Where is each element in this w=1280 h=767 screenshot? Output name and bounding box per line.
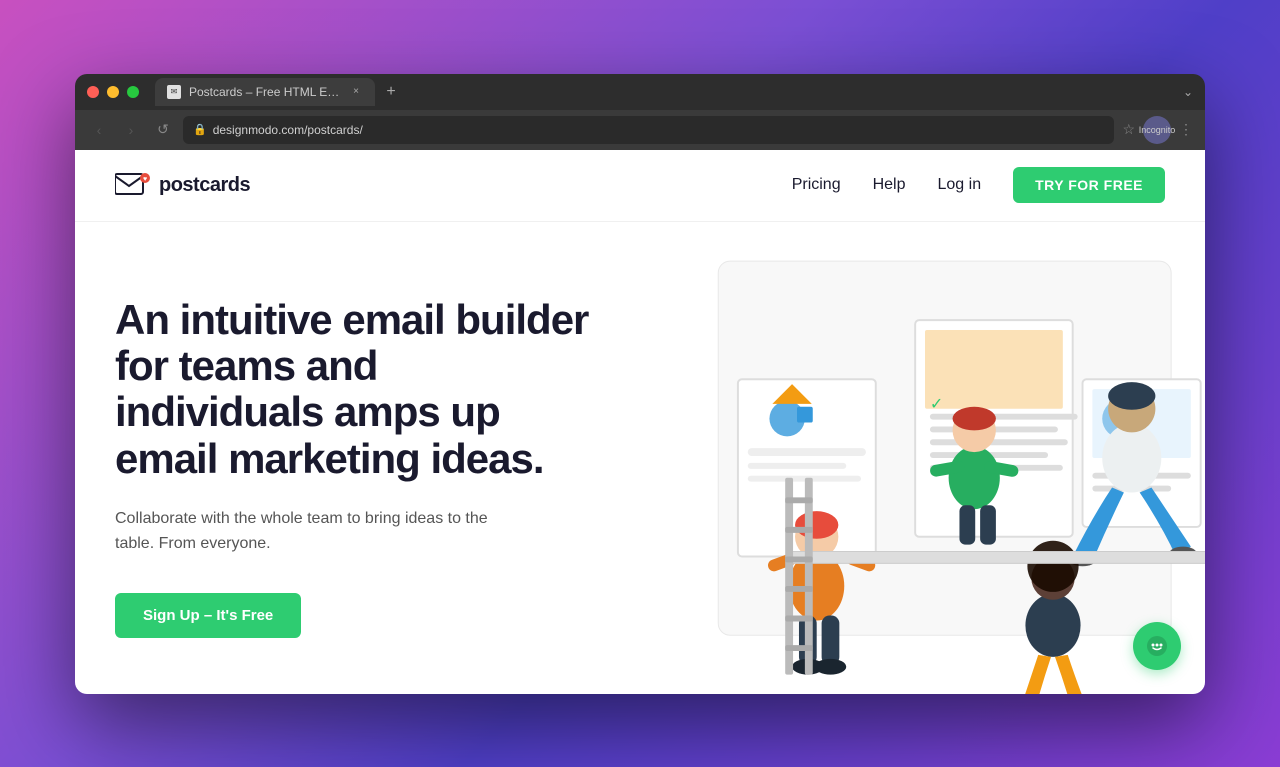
profile-button[interactable]: Incognito	[1143, 116, 1171, 144]
svg-text:✓: ✓	[930, 395, 943, 412]
nav-try-free-button[interactable]: TRY FOR FREE	[1013, 167, 1165, 203]
traffic-lights	[87, 86, 139, 98]
lock-icon: 🔒	[193, 123, 207, 136]
chat-button[interactable]	[1133, 622, 1181, 670]
hero-section: An intuitive email builder for teams and…	[75, 222, 1205, 694]
bookmark-icon[interactable]: ☆	[1122, 121, 1135, 138]
close-button[interactable]	[87, 86, 99, 98]
refresh-button[interactable]: ↺	[151, 118, 175, 142]
logo-icon: ♥	[115, 172, 151, 198]
tab-favicon: ✉	[167, 85, 181, 99]
website-content: ♥ postcards Pricing Help Log in TRY FOR …	[75, 150, 1205, 694]
browser-window: ✉ Postcards – Free HTML Email × + ⌄ ‹ › …	[75, 74, 1205, 694]
address-bar: ‹ › ↺ 🔒 designmodo.com/postcards/ ☆ Inco…	[75, 110, 1205, 150]
site-logo[interactable]: ♥ postcards	[115, 172, 250, 198]
browser-menu-icon[interactable]: ⋮	[1179, 121, 1193, 138]
nav-help[interactable]: Help	[873, 176, 906, 194]
active-tab[interactable]: ✉ Postcards – Free HTML Email ×	[155, 78, 375, 106]
forward-button[interactable]: ›	[119, 118, 143, 142]
svg-text:♥: ♥	[143, 176, 147, 183]
site-nav: ♥ postcards Pricing Help Log in TRY FOR …	[75, 150, 1205, 222]
tab-chevron-icon[interactable]: ⌄	[1183, 85, 1193, 99]
nav-links: Pricing Help Log in TRY FOR FREE	[792, 167, 1165, 203]
team-illustration: ✓	[625, 222, 1205, 694]
url-text: designmodo.com/postcards/	[213, 123, 363, 137]
hero-content: An intuitive email builder for teams and…	[115, 297, 595, 638]
tab-close-icon[interactable]: ×	[349, 85, 363, 99]
profile-label: Incognito	[1139, 125, 1176, 135]
url-bar[interactable]: 🔒 designmodo.com/postcards/	[183, 116, 1114, 144]
back-button[interactable]: ‹	[87, 118, 111, 142]
nav-pricing[interactable]: Pricing	[792, 176, 841, 194]
minimize-button[interactable]	[107, 86, 119, 98]
tab-bar: ✉ Postcards – Free HTML Email × + ⌄	[155, 78, 1193, 106]
maximize-button[interactable]	[127, 86, 139, 98]
nav-login[interactable]: Log in	[938, 176, 982, 194]
hero-signup-button[interactable]: Sign Up – It's Free	[115, 593, 301, 638]
logo-text: postcards	[159, 174, 250, 197]
tab-title: Postcards – Free HTML Email	[189, 85, 341, 99]
hero-title: An intuitive email builder for teams and…	[115, 297, 595, 482]
title-bar: ✉ Postcards – Free HTML Email × + ⌄	[75, 74, 1205, 110]
hero-subtitle: Collaborate with the whole team to bring…	[115, 506, 495, 557]
chat-icon	[1145, 634, 1169, 658]
new-tab-button[interactable]: +	[379, 80, 403, 104]
hero-illustration: ✓	[625, 222, 1205, 694]
